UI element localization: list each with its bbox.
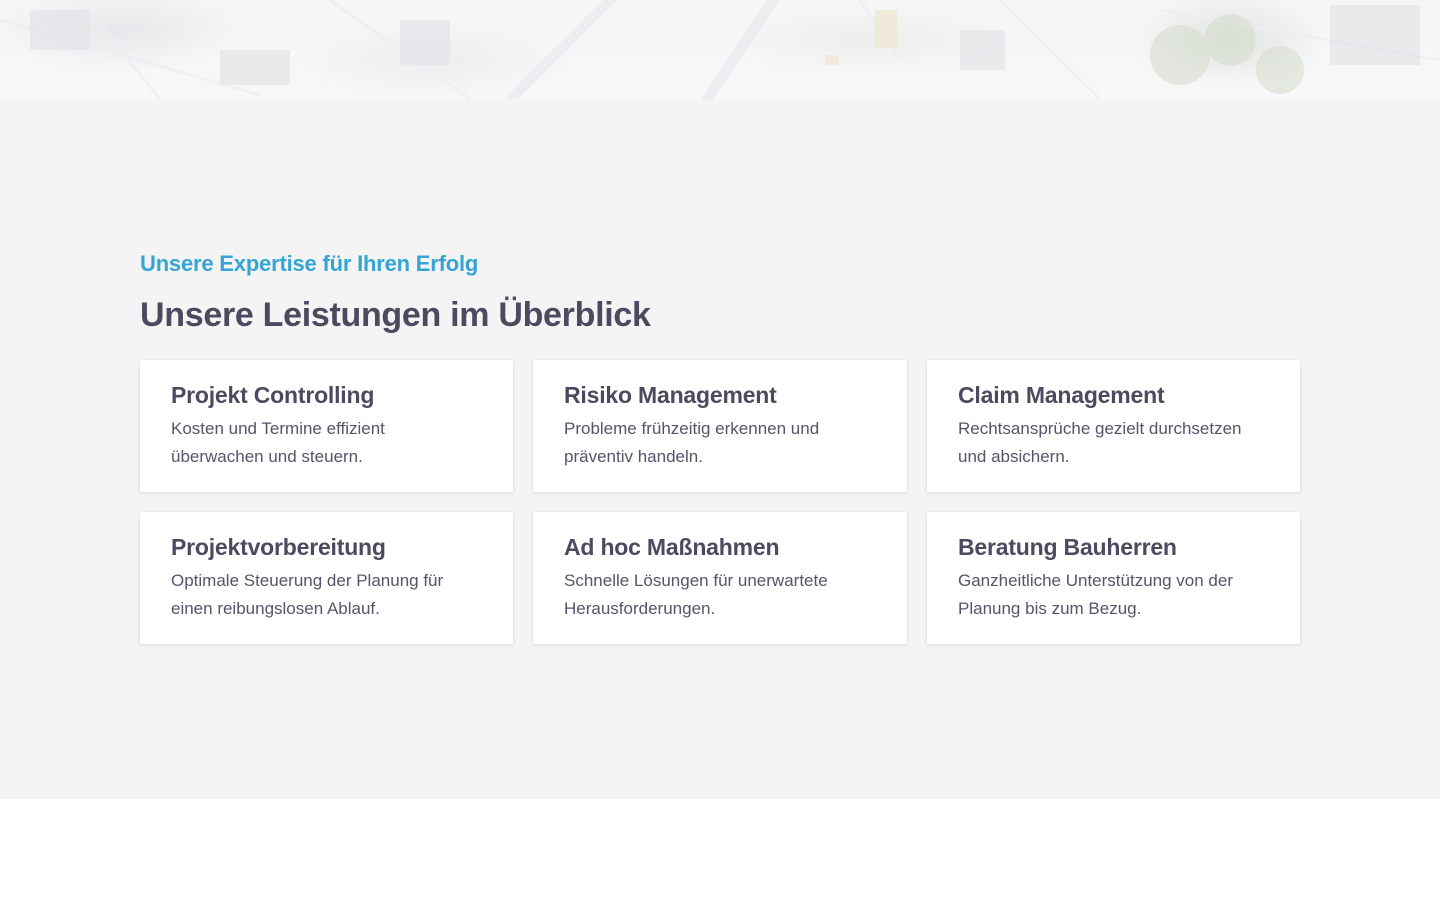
services-section: Unsere Expertise für Ihren Erfolg Unsere… — [0, 99, 1440, 799]
section-kicker: Unsere Expertise für Ihren Erfolg — [140, 251, 479, 276]
services-container: Unsere Expertise für Ihren Erfolg Unsere… — [140, 247, 1300, 644]
section-heading: Unsere Leistungen im Überblick — [140, 296, 651, 334]
service-card-risiko-management: Risiko Management Probleme frühzeitig er… — [533, 360, 907, 492]
service-card-title: Projektvorbereitung — [171, 534, 386, 560]
service-card-text: Rechtsansprüche gezielt durchsetzen und … — [958, 419, 1242, 466]
service-card-text: Optimale Steuerung der Planung für einen… — [171, 571, 444, 618]
service-card-ad-hoc-massnahmen: Ad hoc Maßnahmen Schnelle Lösungen für u… — [533, 512, 907, 644]
service-card-text: Kosten und Termine effizient überwachen … — [171, 419, 385, 466]
service-card-beratung-bauherren: Beratung Bauherren Ganzheitliche Unterst… — [927, 512, 1300, 644]
service-card-title: Risiko Management — [564, 382, 777, 408]
service-card-projektvorbereitung: Projektvorbereitung Optimale Steuerung d… — [140, 512, 513, 644]
service-card-projekt-controlling: Projekt Controlling Kosten und Termine e… — [140, 360, 513, 492]
service-card-text: Probleme frühzeitig erkennen und prävent… — [564, 419, 820, 466]
service-card-title: Ad hoc Maßnahmen — [564, 534, 780, 560]
service-card-title: Claim Management — [958, 382, 1165, 408]
service-card-text: Ganzheitliche Unterstützung von der Plan… — [958, 571, 1233, 618]
hero-image — [0, 0, 1440, 99]
service-card-title: Beratung Bauherren — [958, 534, 1177, 560]
service-card-text: Schnelle Lösungen für unerwartete Heraus… — [564, 571, 828, 618]
service-card-claim-management: Claim Management Rechtsansprüche gezielt… — [927, 360, 1300, 492]
service-card-title: Projekt Controlling — [171, 382, 375, 408]
image-overlay — [0, 0, 1440, 99]
services-grid: Projekt Controlling Kosten und Termine e… — [140, 360, 1300, 644]
